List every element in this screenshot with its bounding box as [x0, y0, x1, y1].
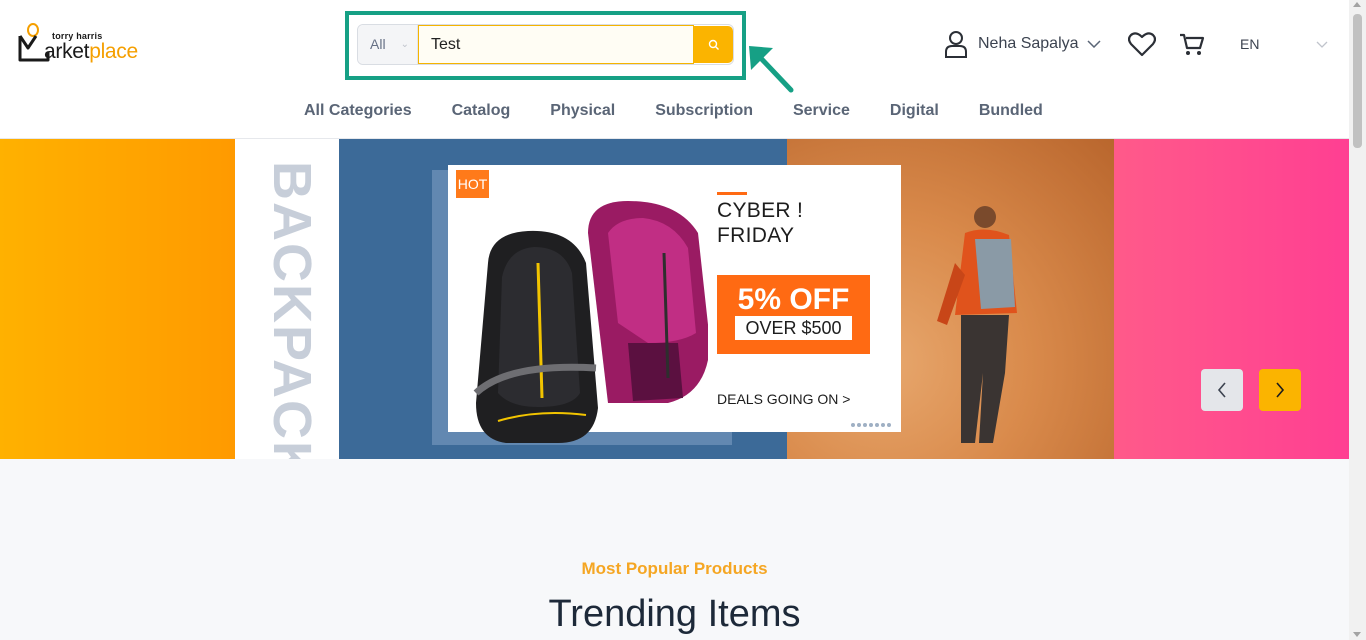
nav-item-all-categories[interactable]: All Categories	[304, 102, 412, 120]
discount-box: 5% OFF OVER $500	[717, 275, 870, 354]
hero-left-panel	[0, 139, 235, 459]
promo-title-line2: FRIDAY	[717, 224, 795, 247]
logo-brand-accent: place	[89, 40, 138, 63]
nav-item-service[interactable]: Service	[793, 102, 850, 120]
backpack-image	[473, 201, 708, 443]
promo-card[interactable]: HOT CYBER ! FRIDAY 5% OFF OVER $500 DEAL…	[448, 165, 901, 443]
search-icon	[708, 39, 719, 50]
chevron-down-icon	[1316, 41, 1328, 48]
user-menu[interactable]: Neha Sapalya	[944, 30, 1101, 58]
cart-icon[interactable]	[1178, 30, 1206, 58]
category-nav: All Categories Catalog Physical Subscrip…	[284, 102, 1063, 120]
hero-vertical-text: BACKPACK	[262, 161, 322, 459]
language-select[interactable]: EN	[1232, 34, 1328, 54]
user-icon	[945, 31, 967, 58]
carousel-dot[interactable]	[863, 423, 867, 427]
search-input[interactable]	[418, 25, 694, 64]
trending-section: Most Popular Products Trending Items	[0, 459, 1349, 640]
promo-title-line1: CYBER !	[717, 199, 804, 222]
carousel-dot[interactable]	[857, 423, 861, 427]
chevron-down-icon	[1086, 40, 1101, 48]
discount-percent: 5% OFF	[737, 283, 850, 316]
scroll-up-icon[interactable]	[1353, 2, 1361, 7]
logo-brand-main: arket	[44, 40, 90, 63]
discount-threshold: OVER $500	[735, 316, 852, 340]
carousel-dot[interactable]	[875, 423, 879, 427]
hiker-image	[937, 206, 1017, 443]
annotation-arrow-icon	[749, 46, 794, 93]
language-label: EN	[1240, 36, 1260, 52]
user-name: Neha Sapalya	[978, 35, 1079, 52]
trending-subtitle: Most Popular Products	[581, 559, 768, 578]
search-category-label: All	[370, 36, 386, 52]
scroll-down-icon[interactable]	[1353, 632, 1361, 637]
carousel-next-button[interactable]	[1259, 369, 1301, 411]
hero-carousel: BACKPACK HOT CYBER ! FRIDAY 5% OFF OVER …	[0, 139, 1349, 459]
carousel-dots	[851, 423, 891, 427]
carousel-dot[interactable]	[851, 423, 855, 427]
search-category-select[interactable]: All ⌄	[358, 25, 418, 64]
title-accent-line	[717, 192, 747, 195]
deals-link[interactable]: DEALS GOING ON >	[717, 391, 850, 407]
search-bar: All ⌄	[357, 24, 734, 65]
chevron-left-icon	[1217, 382, 1226, 398]
promo-title: CYBER ! FRIDAY	[717, 198, 887, 248]
page-scrollbar[interactable]	[1349, 0, 1366, 640]
trending-title: Trending Items	[548, 593, 801, 635]
chevron-down-icon: ⌄	[400, 39, 409, 50]
carousel-dot[interactable]	[881, 423, 885, 427]
hero-right-panel	[1114, 139, 1349, 459]
nav-item-subscription[interactable]: Subscription	[655, 102, 753, 120]
nav-item-catalog[interactable]: Catalog	[452, 102, 511, 120]
nav-item-physical[interactable]: Physical	[550, 102, 615, 120]
nav-item-digital[interactable]: Digital	[890, 102, 939, 120]
carousel-dot[interactable]	[887, 423, 891, 427]
hero-vertical-panel: BACKPACK	[235, 139, 339, 459]
scrollbar-thumb[interactable]	[1353, 14, 1362, 148]
site-logo[interactable]: torry harris arketplace	[18, 22, 150, 66]
nav-item-bundled[interactable]: Bundled	[979, 102, 1043, 120]
search-button[interactable]	[694, 26, 733, 63]
logo-brand-text: arketplace	[44, 40, 138, 64]
carousel-prev-button[interactable]	[1201, 369, 1243, 411]
site-header: torry harris arketplace All ⌄ Neha Sapal…	[0, 0, 1349, 139]
heart-icon[interactable]	[1128, 31, 1156, 57]
carousel-dot[interactable]	[869, 423, 873, 427]
chevron-right-icon	[1276, 382, 1285, 398]
